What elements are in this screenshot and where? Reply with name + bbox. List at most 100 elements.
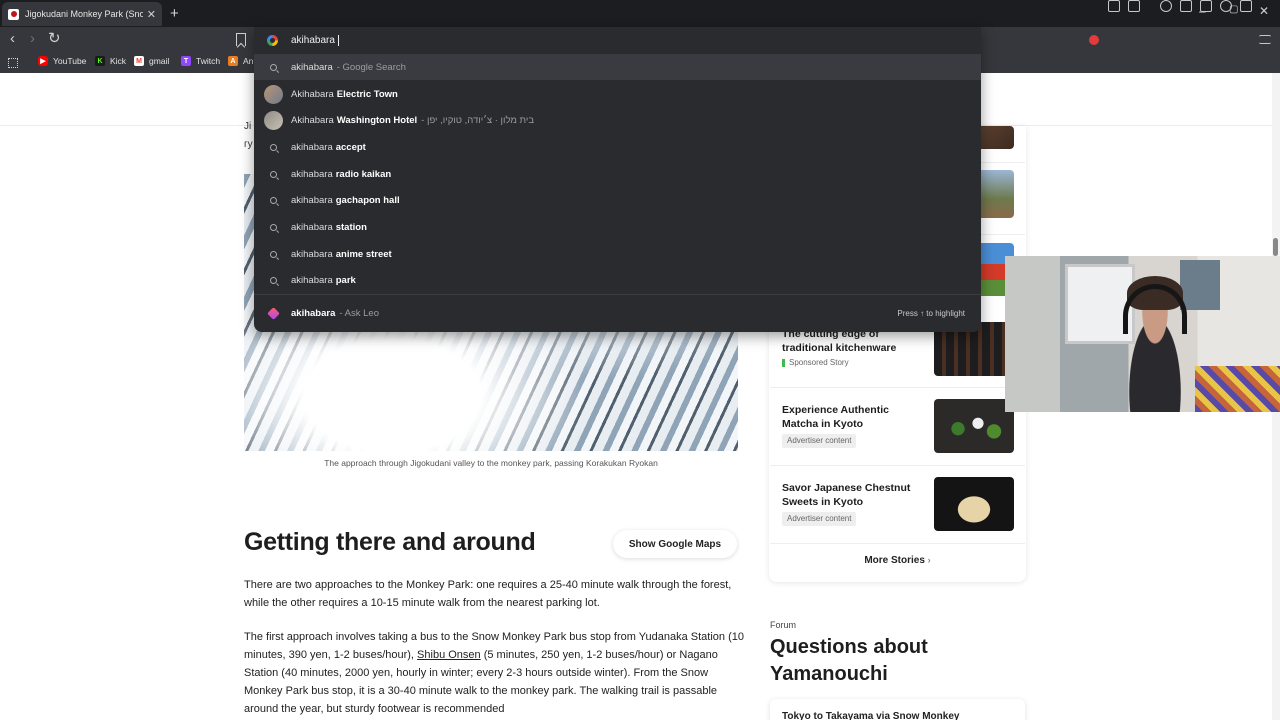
suggestion-suffix: - Google Search bbox=[336, 61, 406, 73]
sponsored-icon bbox=[782, 358, 785, 367]
youtube-icon: ▶ bbox=[38, 56, 48, 66]
story-image[interactable] bbox=[934, 399, 1014, 453]
bookmark-youtube[interactable]: ▶ YouTube bbox=[38, 56, 86, 66]
record-icon[interactable] bbox=[1089, 35, 1099, 45]
suggestion-text: akihabara bbox=[291, 194, 333, 206]
shibu-onsen-link[interactable]: Shibu Onsen bbox=[417, 649, 481, 661]
tab-title: Jigokudani Monkey Park (Snow M bbox=[25, 9, 143, 19]
webcam-blanket bbox=[1195, 366, 1280, 412]
divider bbox=[770, 543, 1025, 544]
apps-grid-icon[interactable] bbox=[8, 58, 18, 68]
story-title[interactable]: Experience Authentic Matcha in Kyoto bbox=[782, 404, 922, 431]
bookmark-kick[interactable]: K Kick bbox=[95, 56, 126, 66]
browser-tab[interactable]: Jigokudani Monkey Park (Snow M ✕ bbox=[2, 2, 162, 26]
bookmark-label: An bbox=[243, 56, 254, 66]
suggestion-bold: accept bbox=[335, 141, 366, 153]
screenshot-icon[interactable] bbox=[1128, 0, 1140, 12]
keyboard-hint: Press ↑ to highlight bbox=[897, 308, 965, 318]
body-fragment: Ji bbox=[244, 121, 252, 132]
photo-caption: The approach through Jigokudani valley t… bbox=[324, 458, 658, 468]
shield-icon[interactable] bbox=[1240, 0, 1252, 12]
place-thumbnail bbox=[264, 110, 283, 130]
tag-label: Sponsored Story bbox=[789, 358, 849, 367]
suggestion-text: akihabara bbox=[291, 141, 333, 153]
suggestion-item[interactable]: akihabara anime street bbox=[254, 241, 981, 267]
forward-icon[interactable]: › bbox=[30, 31, 35, 47]
chevron-right-icon: › bbox=[927, 555, 931, 565]
back-icon[interactable]: ‹ bbox=[10, 31, 15, 47]
divider bbox=[770, 387, 1025, 388]
reload-icon[interactable]: ↻ bbox=[48, 31, 61, 47]
webcam-overlay bbox=[1005, 256, 1280, 412]
suggestion-item[interactable]: akihabara accept bbox=[254, 134, 981, 160]
wallet-icon[interactable] bbox=[1200, 0, 1212, 12]
close-tab-icon[interactable]: ✕ bbox=[147, 8, 156, 21]
section-title: Getting there and around bbox=[244, 528, 536, 556]
bookmark-label: gmail bbox=[149, 56, 170, 66]
suggestion-item[interactable]: akihabara radio kaikan bbox=[254, 161, 981, 187]
music-icon[interactable] bbox=[1160, 0, 1172, 12]
body-fragment: гу bbox=[244, 139, 253, 150]
divider bbox=[770, 465, 1025, 466]
suggestion-text: akihabara bbox=[291, 248, 333, 260]
suggestion-item[interactable]: Akihabara Washington Hotel - בית מלון · … bbox=[254, 107, 981, 133]
divider bbox=[254, 294, 981, 295]
address-input[interactable]: akihabara bbox=[291, 35, 335, 46]
bookmark-label: YouTube bbox=[53, 56, 87, 66]
suggestion-bold: gachapon hall bbox=[335, 194, 400, 206]
ask-leo-suggestion[interactable]: akihabara - Ask Leo Press ↑ to highlight bbox=[254, 300, 981, 326]
suggestion-suffix: - בית מלון · צ׳יודה, טוקיו, יפן bbox=[421, 114, 535, 126]
suggestion-text: akihabara bbox=[291, 168, 333, 180]
story-title[interactable]: The cutting edge of traditional kitchenw… bbox=[782, 328, 922, 355]
suggestion-bold: Washington Hotel bbox=[336, 114, 418, 126]
search-icon bbox=[264, 58, 283, 77]
sponsored-tag: Sponsored Story bbox=[782, 358, 849, 367]
bookmark-favicon: A bbox=[228, 56, 238, 66]
advertiser-tag: Advertiser content bbox=[782, 434, 857, 448]
place-thumbnail bbox=[264, 84, 283, 104]
bookmark-label: Twitch bbox=[196, 56, 221, 66]
bookmark-twitch[interactable]: T Twitch bbox=[181, 56, 220, 66]
menu-icon[interactable] bbox=[1259, 35, 1271, 44]
leo-icon bbox=[264, 304, 283, 323]
omnibox-dropdown: akihabara akihabara - Google Search Akih… bbox=[254, 27, 981, 332]
story-image[interactable] bbox=[934, 477, 1014, 531]
paragraph: The first approach involves taking a bus… bbox=[244, 628, 744, 718]
suggestion-item[interactable]: Akihabara Electric Town bbox=[254, 81, 981, 107]
bookmark-gmail[interactable]: M gmail bbox=[134, 56, 169, 66]
suggestion-item[interactable]: akihabara gachapon hall bbox=[254, 187, 981, 213]
close-window-icon[interactable]: ✕ bbox=[1259, 4, 1269, 18]
extensions-icon[interactable] bbox=[1108, 0, 1120, 12]
suggestion-bold: station bbox=[335, 221, 367, 233]
bookmark-an[interactable]: A An bbox=[228, 56, 253, 66]
more-stories-label: More Stories bbox=[864, 555, 925, 566]
search-icon bbox=[264, 165, 283, 184]
search-icon bbox=[264, 138, 283, 157]
suggestion-item[interactable]: akihabara park bbox=[254, 267, 981, 293]
search-icon bbox=[264, 245, 283, 264]
new-tab-button[interactable]: + bbox=[170, 5, 179, 22]
suggestion-bold: radio kaikan bbox=[335, 168, 392, 180]
suggestion-item[interactable]: akihabara station bbox=[254, 214, 981, 240]
scrollbar-thumb[interactable] bbox=[1273, 238, 1278, 256]
more-stories-link[interactable]: More Stories › bbox=[770, 555, 1025, 566]
sidebar-icon[interactable] bbox=[1180, 0, 1192, 12]
suggestion-bold: akihabara bbox=[291, 307, 336, 319]
search-icon bbox=[264, 218, 283, 237]
japan-flag-icon bbox=[8, 8, 19, 20]
kick-icon: K bbox=[95, 56, 105, 66]
show-google-maps-button[interactable]: Show Google Maps bbox=[613, 530, 737, 558]
forum-card[interactable]: Tokyo to Takayama via Snow Monkey bbox=[770, 699, 1025, 720]
suggestion-text: akihabara bbox=[291, 221, 333, 233]
story-title[interactable]: Savor Japanese Chestnut Sweets in Kyoto bbox=[782, 482, 922, 509]
twitch-icon: T bbox=[181, 56, 191, 66]
suggestion-item[interactable]: akihabara - Google Search bbox=[254, 54, 981, 80]
suggestion-bold: park bbox=[335, 274, 356, 286]
suggestion-text: akihabara bbox=[291, 61, 333, 73]
suggestion-text: akihabara bbox=[291, 274, 333, 286]
address-bar[interactable]: akihabara bbox=[254, 27, 981, 53]
suggestion-suffix: - Ask Leo bbox=[339, 307, 379, 319]
suggestion-bold: anime street bbox=[335, 248, 392, 260]
bookmark-icon[interactable] bbox=[236, 33, 246, 46]
leo-ai-icon[interactable] bbox=[1220, 0, 1232, 12]
